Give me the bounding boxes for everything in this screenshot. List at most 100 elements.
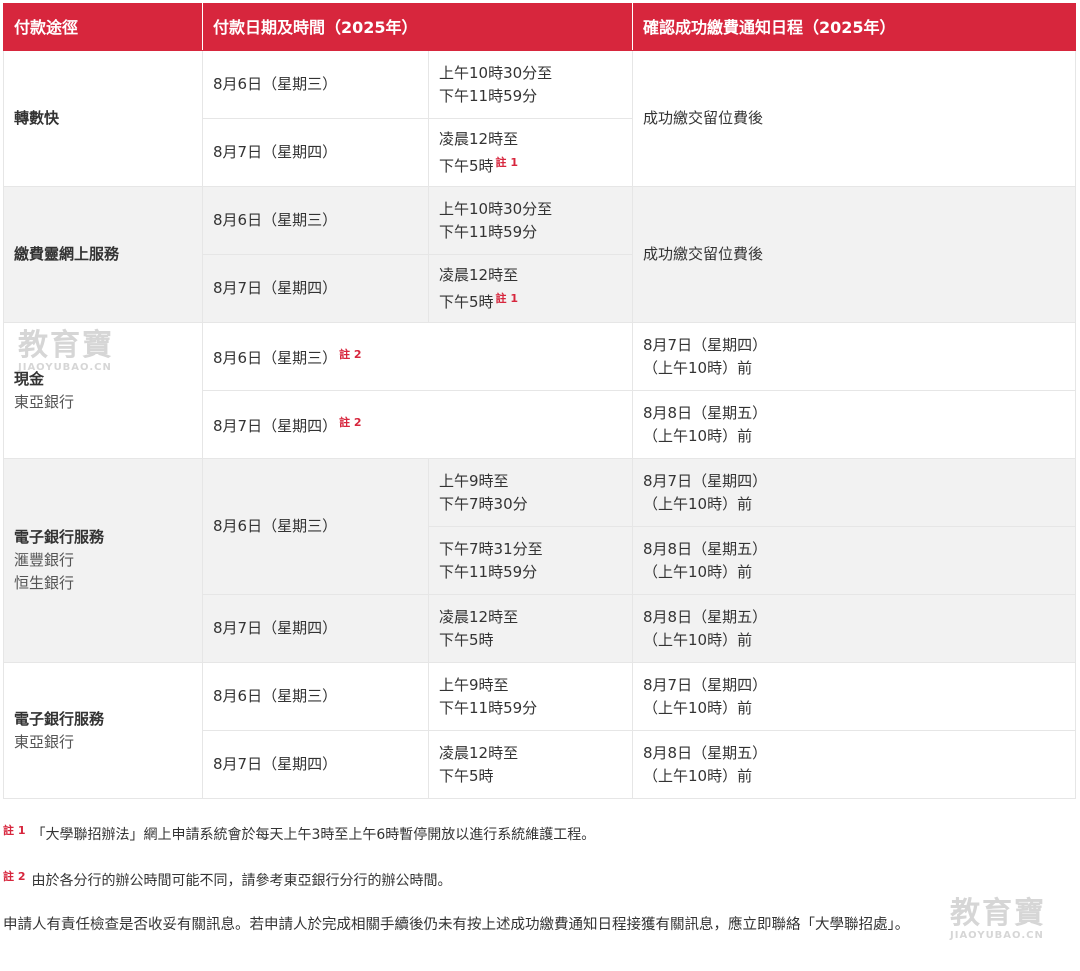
note-2-ref[interactable]: 註 2 [339, 348, 361, 361]
time-start: 下午7時31分至 [439, 539, 543, 558]
time-start: 上午10時30分至 [439, 63, 553, 82]
time-end: 下午5時 [439, 156, 494, 175]
date-cell: 8月6日（星期三） [202, 50, 429, 119]
confirm-time: （上午10時）前 [643, 766, 753, 785]
watermark-url: JIAOYUBAO.CN [18, 362, 112, 373]
date-cell: 8月6日（星期三） [202, 458, 429, 595]
header-confirmation-schedule: 確認成功繳費通知日程（2025年） [632, 3, 1077, 51]
method-title: 電子銀行服務 [14, 709, 105, 728]
confirm-cell: 8月7日（星期四） （上午10時）前 [632, 322, 1077, 391]
confirm-date: 8月7日（星期四） [643, 471, 768, 490]
confirm-time: （上午10時）前 [643, 698, 753, 717]
table-row: 現金 東亞銀行 8月6日（星期三）註 2 8月7日（星期四） （上午10時）前 [3, 322, 1077, 459]
watermark-text: 教育寶 [18, 328, 114, 363]
confirm-date: 8月8日（星期五） [643, 539, 768, 558]
note-2-ref[interactable]: 註 2 [339, 416, 361, 429]
footnote-1-text: 「大學聯招辦法」網上申請系統會於每天上午3時至上午6時暫停開放以進行系統維護工程… [31, 827, 596, 843]
table-row: 電子銀行服務 滙豐銀行 恒生銀行 8月6日（星期三） 上午9時至 下午7時30分… [3, 458, 1077, 663]
time-cell: 上午9時至 下午11時59分 [427, 662, 634, 731]
date-cell: 8月7日（星期四） [202, 254, 429, 323]
date-text: 8月6日（星期三） [213, 349, 338, 367]
watermark-logo: 教育寶 JIAOYUBAO.CN [18, 330, 114, 374]
confirm-cell: 成功繳交留位費後 [632, 186, 1077, 323]
header-payment-datetime: 付款日期及時間（2025年） [201, 3, 634, 51]
date-cell: 8月6日（星期三） [202, 662, 429, 731]
time-start: 凌晨12時至 [439, 129, 519, 148]
time-start: 上午9時至 [439, 675, 509, 694]
table-row: 轉數快 8月6日（星期三） 上午10時30分至 下午11時59分 成功繳交留位費… [3, 50, 1077, 187]
confirm-cell: 8月8日（星期五） （上午10時）前 [632, 390, 1077, 459]
method-title: 繳費靈網上服務 [14, 245, 120, 263]
date-text: 8月7日（星期四） [213, 417, 338, 435]
time-end: 下午11時59分 [439, 698, 538, 717]
confirm-time: （上午10時）前 [643, 494, 753, 513]
time-start: 凌晨12時至 [439, 607, 519, 626]
time-start: 上午9時至 [439, 471, 509, 490]
table-header-row: 付款途徑 付款日期及時間（2025年） 確認成功繳費通知日程（2025年） [3, 3, 1077, 51]
confirm-time: （上午10時）前 [643, 562, 753, 581]
time-cell: 凌晨12時至 下午5時 [427, 730, 634, 799]
time-end: 下午11時59分 [439, 86, 538, 105]
method-bank: 東亞銀行 [14, 732, 75, 751]
footnote-2-text: 由於各分行的辦公時間可能不同，請參考東亞銀行分行的辦公時間。 [31, 873, 452, 889]
time-start: 上午10時30分至 [439, 199, 553, 218]
time-cell: 凌晨12時至 下午5時 [427, 594, 634, 663]
payment-schedule-table: 付款途徑 付款日期及時間（2025年） 確認成功繳費通知日程（2025年） 轉數… [3, 3, 1077, 799]
time-cell: 上午10時30分至 下午11時59分 [427, 186, 634, 255]
footer-paragraph: 申請人有責任檢查是否收妥有關訊息。若申請人於完成相關手續後仍未有按上述成功繳費通… [3, 917, 910, 933]
date-cell: 8月6日（星期三） [202, 186, 429, 255]
date-cell: 8月7日（星期四） [202, 594, 429, 663]
confirm-cell: 8月8日（星期五） （上午10時）前 [632, 730, 1077, 799]
time-end: 下午5時 [439, 766, 494, 785]
table-row: 繳費靈網上服務 8月6日（星期三） 上午10時30分至 下午11時59分 成功繳… [3, 186, 1077, 323]
note-1-ref[interactable]: 註 1 [496, 156, 518, 169]
method-cell-fps: 轉數快 [3, 50, 203, 187]
time-start: 凌晨12時至 [439, 265, 519, 284]
footnote-2-label: 註 2 [3, 870, 26, 883]
confirm-date: 8月7日（星期四） [643, 675, 768, 694]
confirm-date: 8月8日（星期五） [643, 743, 768, 762]
method-bank: 恒生銀行 [14, 574, 75, 592]
footnote-2: 註 2 由於各分行的辦公時間可能不同，請參考東亞銀行分行的辦公時間。 [3, 866, 1077, 892]
note-1-ref[interactable]: 註 1 [496, 292, 518, 305]
time-end: 下午11時59分 [439, 562, 538, 581]
date-cell: 8月6日（星期三）註 2 [201, 322, 634, 391]
confirm-cell: 成功繳交留位費後 [632, 50, 1077, 187]
date-cell: 8月7日（星期四）註 2 [201, 390, 634, 459]
confirm-date: 8月7日（星期四） [643, 335, 768, 354]
confirm-time: （上午10時）前 [643, 358, 753, 377]
time-cell: 上午9時至 下午7時30分 [427, 458, 634, 527]
date-cell: 8月7日（星期四） [202, 730, 429, 799]
method-title: 轉數快 [14, 109, 60, 127]
time-end: 下午5時 [439, 292, 494, 311]
confirm-cell: 8月7日（星期四） （上午10時）前 [632, 458, 1077, 527]
time-cell: 凌晨12時至 下午5時註 1 [427, 254, 634, 323]
watermark-url: JIAOYUBAO.CN [950, 930, 1044, 941]
confirm-cell: 8月8日（星期五） （上午10時）前 [632, 526, 1077, 595]
time-end: 下午11時59分 [439, 222, 538, 241]
confirm-cell: 8月8日（星期五） （上午10時）前 [632, 594, 1077, 663]
confirm-cell: 8月7日（星期四） （上午10時）前 [632, 662, 1077, 731]
time-cell: 下午7時31分至 下午11時59分 [427, 526, 634, 595]
header-payment-method: 付款途徑 [3, 3, 203, 51]
time-end: 下午5時 [439, 630, 494, 649]
footnote-1-label: 註 1 [3, 824, 26, 837]
table-row: 電子銀行服務 東亞銀行 8月6日（星期三） 上午9時至 下午11時59分 8月7… [3, 662, 1077, 799]
time-start: 凌晨12時至 [439, 743, 519, 762]
method-cell-ebanking-hsbc: 電子銀行服務 滙豐銀行 恒生銀行 [3, 458, 203, 663]
time-cell: 凌晨12時至 下午5時註 1 [427, 118, 634, 187]
confirm-date: 8月8日（星期五） [643, 403, 768, 422]
confirm-time: （上午10時）前 [643, 630, 753, 649]
confirm-date: 8月8日（星期五） [643, 607, 768, 626]
date-cell: 8月7日（星期四） [202, 118, 429, 187]
method-title: 電子銀行服務 [14, 528, 105, 546]
confirm-time: （上午10時）前 [643, 426, 753, 445]
method-cell-ppsonline: 繳費靈網上服務 [3, 186, 203, 323]
time-cell: 上午10時30分至 下午11時59分 [427, 50, 634, 119]
method-bank: 東亞銀行 [14, 392, 75, 411]
watermark-logo: 教育寶 JIAOYUBAO.CN [950, 898, 1046, 942]
time-end: 下午7時30分 [439, 494, 528, 513]
method-cell-ebanking-bea: 電子銀行服務 東亞銀行 [3, 662, 203, 799]
footnote-1: 註 1 「大學聯招辦法」網上申請系統會於每天上午3時至上午6時暫停開放以進行系統維… [3, 820, 1077, 846]
watermark-text: 教育寶 [950, 896, 1046, 931]
